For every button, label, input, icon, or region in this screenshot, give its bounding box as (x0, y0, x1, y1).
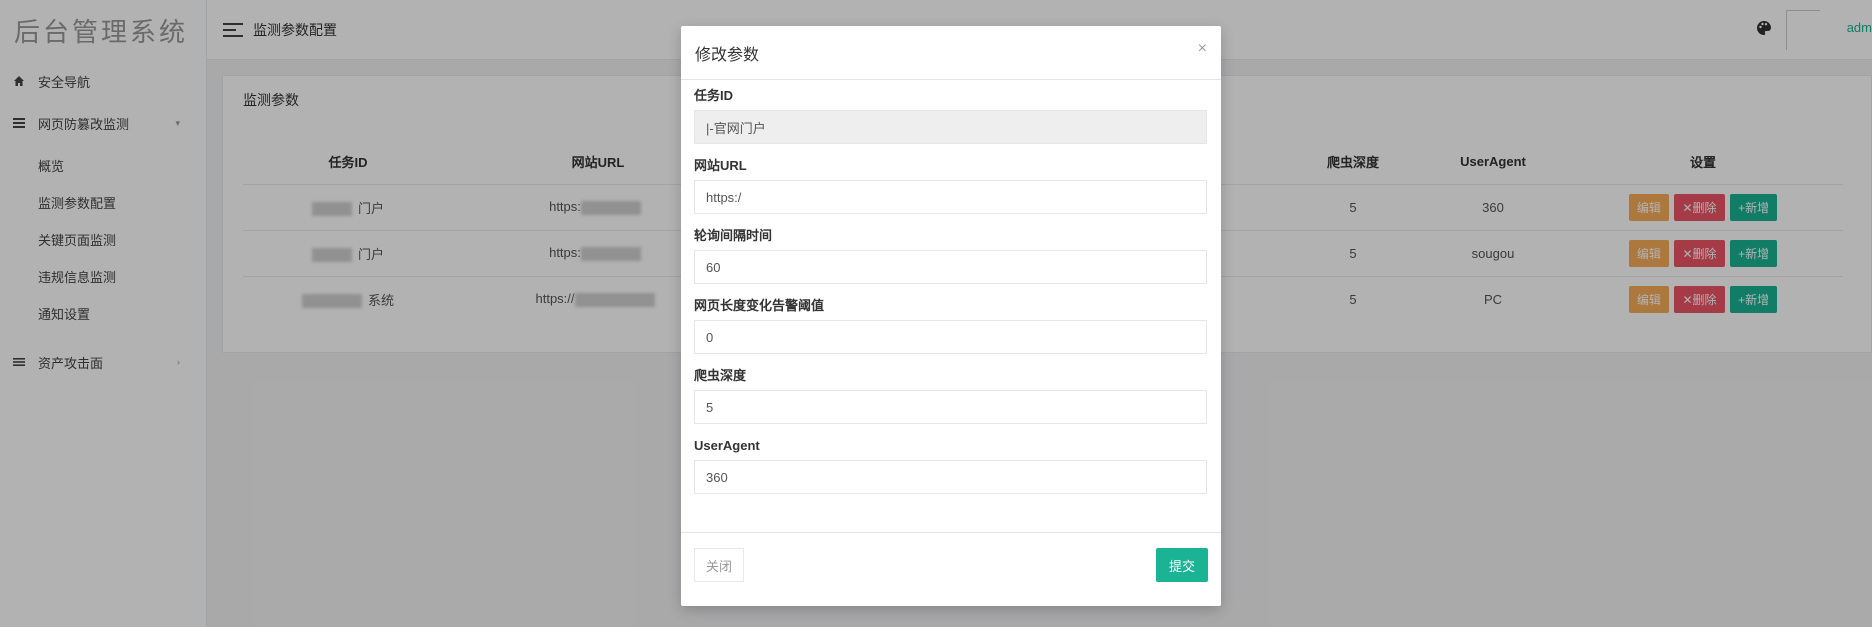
field-label: 轮询间隔时间 (694, 228, 773, 243)
field-site-url: 网站URL (694, 158, 1208, 214)
close-icon[interactable]: × (1198, 40, 1207, 58)
task-id-input[interactable] (694, 110, 1207, 144)
modal-body: 任务ID 网站URL 轮询间隔时间 网页长度变化告警阈值 爬虫深度 UserAg… (681, 80, 1221, 494)
modal-header: 修改参数 × (681, 26, 1221, 80)
edit-params-modal: 修改参数 × 任务ID 网站URL 轮询间隔时间 网页长度变化告警阈值 爬虫深度… (681, 26, 1221, 606)
field-label: 网站URL (694, 158, 747, 173)
field-label: 网页长度变化告警阈值 (694, 298, 825, 313)
crawl-depth-input[interactable] (694, 390, 1207, 424)
close-button[interactable]: 关闭 (694, 548, 744, 582)
field-crawl-depth: 爬虫深度 (694, 368, 1208, 424)
submit-button[interactable]: 提交 (1156, 548, 1208, 582)
field-task-id: 任务ID (694, 88, 1208, 144)
field-label: UserAgent (694, 438, 760, 453)
field-length-threshold: 网页长度变化告警阈值 (694, 298, 1208, 354)
field-label: 任务ID (694, 88, 734, 103)
modal-title: 修改参数 (695, 46, 760, 64)
poll-interval-input[interactable] (694, 250, 1207, 284)
modal-footer: 关闭 提交 (681, 532, 1221, 606)
site-url-input[interactable] (694, 180, 1207, 214)
length-threshold-input[interactable] (694, 320, 1207, 354)
user-agent-input[interactable] (694, 460, 1207, 494)
field-label: 爬虫深度 (694, 368, 747, 383)
field-poll-interval: 轮询间隔时间 (694, 228, 1208, 284)
field-user-agent: UserAgent (694, 438, 1208, 494)
